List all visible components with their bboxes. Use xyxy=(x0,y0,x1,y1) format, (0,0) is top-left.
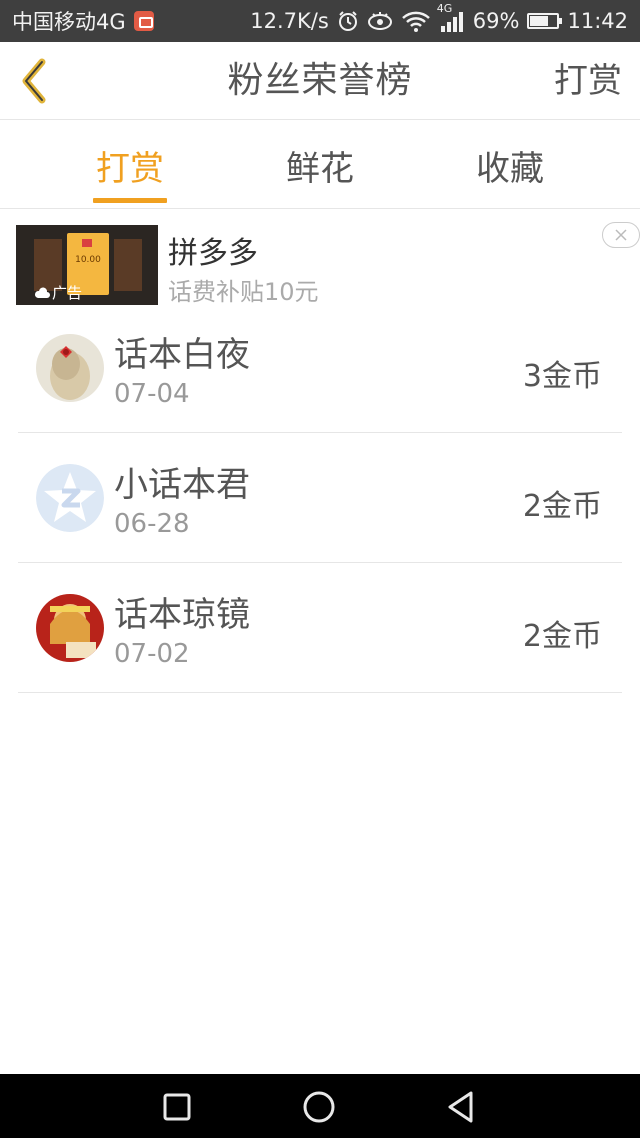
ad-tag-label: 广告 xyxy=(52,284,83,302)
tab-flowers[interactable]: 鲜花 xyxy=(260,121,380,209)
avatar xyxy=(36,464,104,532)
clock: 11:42 xyxy=(567,9,628,33)
network-type-label: 4G xyxy=(436,2,453,15)
tab-label: 打赏 xyxy=(96,148,164,189)
ad-thumbnail[interactable]: 10.00 广告 xyxy=(16,225,158,305)
fan-coins: 3金币 xyxy=(522,359,602,394)
tab-active-indicator xyxy=(93,198,167,203)
circle-icon xyxy=(303,1091,335,1123)
tab-favorites[interactable]: 收藏 xyxy=(450,121,570,209)
close-icon xyxy=(615,229,627,241)
ad-close-button[interactable] xyxy=(602,222,640,248)
fan-date: 07-04 xyxy=(114,379,190,409)
avatar xyxy=(36,334,104,402)
list-item[interactable]: 话本琼镜 07-02 2金币 xyxy=(18,563,622,693)
carrier-label: 中国移动4G xyxy=(12,10,126,34)
fan-name: 话本琼镜 xyxy=(114,595,250,635)
eye-icon xyxy=(367,11,393,31)
fan-list: 话本白夜 07-04 3金币 小话本君 06-28 2金币 话本琼镜 07-02 xyxy=(18,305,622,693)
list-item[interactable]: 话本白夜 07-04 3金币 xyxy=(18,305,622,433)
recents-button[interactable] xyxy=(160,1090,194,1124)
fan-date: 07-02 xyxy=(114,639,190,669)
back-nav-button[interactable] xyxy=(444,1090,478,1124)
ad-tag: 广告 xyxy=(34,282,82,303)
ad-subtitle: 话费补贴10元 xyxy=(168,278,319,306)
ad-title: 拼多多 xyxy=(168,236,258,271)
fan-name: 话本白夜 xyxy=(114,335,250,375)
alarm-icon xyxy=(337,10,359,32)
notification-app-icon xyxy=(133,11,154,31)
ad-card-price: 10.00 xyxy=(75,255,101,265)
fan-date: 06-28 xyxy=(114,509,190,539)
ad-thumb-decor xyxy=(114,239,142,291)
ad-banner[interactable]: 10.00 广告 拼多多 话费补贴10元 xyxy=(0,210,640,310)
tab-label: 鲜花 xyxy=(286,148,354,189)
fan-coins: 2金币 xyxy=(522,619,602,654)
home-button[interactable] xyxy=(302,1090,336,1124)
tab-label: 收藏 xyxy=(476,148,544,189)
page-title: 粉丝荣誉榜 xyxy=(227,60,413,101)
signal-icon: 4G xyxy=(437,2,465,32)
battery-percent: 69% xyxy=(472,9,520,33)
triangle-back-icon xyxy=(448,1091,473,1123)
battery-icon xyxy=(527,13,563,29)
square-icon xyxy=(163,1093,191,1121)
wifi-icon xyxy=(401,10,431,32)
battery-fill xyxy=(530,16,549,26)
tab-bar: 打赏 鲜花 收藏 xyxy=(0,121,640,209)
reward-button[interactable]: 打赏 xyxy=(554,42,622,120)
fan-coins: 2金币 xyxy=(522,489,602,524)
avatar xyxy=(36,594,104,662)
title-bar: 粉丝荣誉榜 打赏 xyxy=(0,42,640,120)
cloud-icon xyxy=(34,286,50,298)
status-bar: 中国移动4G 12.7K/s 4G 69% 11:42 xyxy=(0,0,640,42)
fan-name: 小话本君 xyxy=(114,465,250,505)
tab-reward[interactable]: 打赏 xyxy=(70,121,190,209)
network-speed: 12.7K/s xyxy=(250,9,329,33)
list-item[interactable]: 小话本君 06-28 2金币 xyxy=(18,433,622,563)
navigation-bar xyxy=(0,1074,640,1138)
